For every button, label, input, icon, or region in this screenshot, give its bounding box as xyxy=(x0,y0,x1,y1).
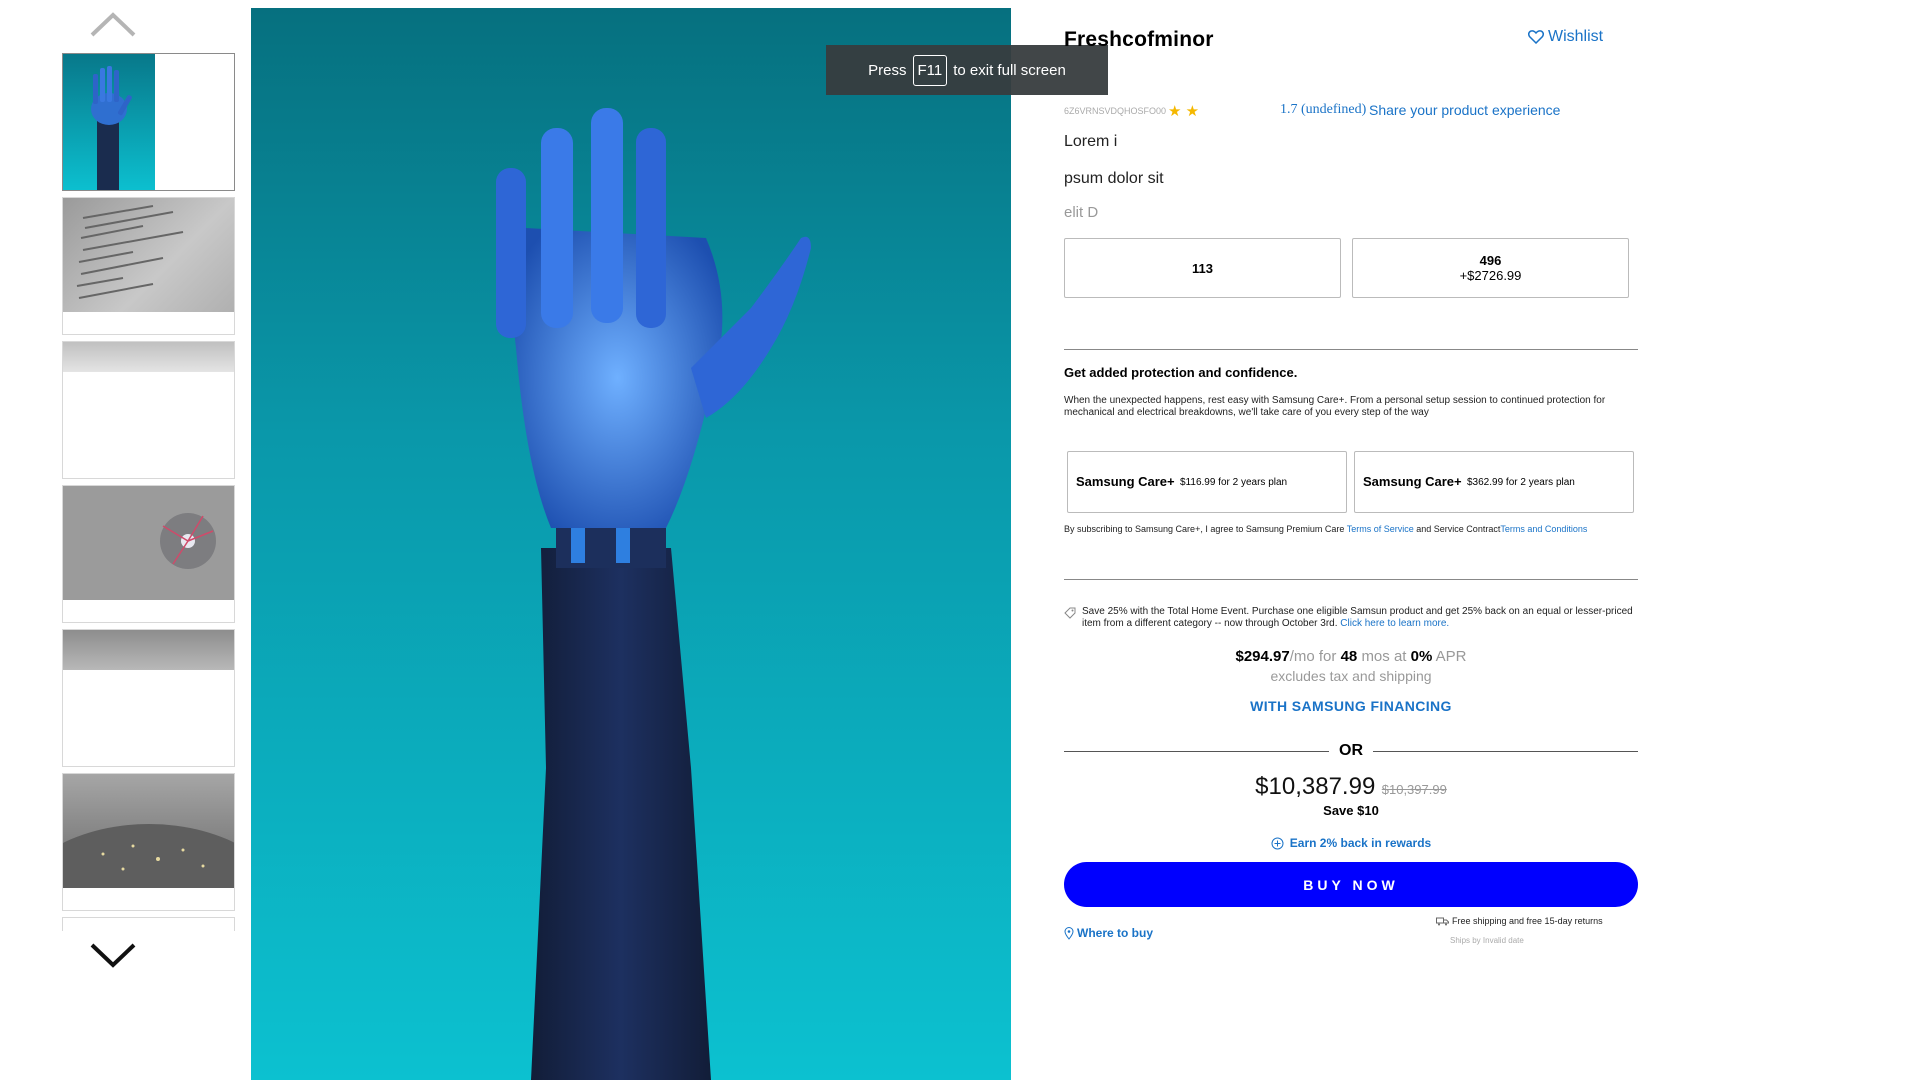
thumbnail-3[interactable] xyxy=(62,341,235,479)
separator-line xyxy=(1373,750,1638,752)
option-1-line1: 113 xyxy=(1192,260,1213,276)
option-2-line1: 496 xyxy=(1479,253,1502,268)
toast-suffix: to exit full screen xyxy=(953,61,1066,79)
chevron-up-icon xyxy=(90,12,136,37)
care-plan-1-price: $116.99 for 2 years plan xyxy=(1180,476,1288,488)
rewards-link[interactable]: Earn 2% back in rewards xyxy=(1064,836,1638,850)
divider xyxy=(1064,349,1638,350)
savings-label: Save $10 xyxy=(1323,803,1379,818)
original-price: $10,397.99 xyxy=(1381,782,1447,797)
wishlist-button[interactable]: Wishlist xyxy=(1528,28,1603,46)
sku-rating-row: 6Z6VRNSVDQHOSFO00 ★ ★ 1.7 (undefined) Sh… xyxy=(1064,102,1644,120)
thumbnail-7[interactable] xyxy=(62,917,235,931)
product-title: Freshcofminor xyxy=(1064,28,1214,51)
protection-title: Get added protection and confidence. xyxy=(1064,365,1298,380)
price-row: $10,387.99 $10,397.99 xyxy=(1064,773,1638,801)
terms-prefix: By subscribing to Samsung Care+, I agree… xyxy=(1064,524,1345,534)
mo-for: /mo for xyxy=(1289,648,1337,665)
samsung-financing-link[interactable]: WITH SAMSUNG FINANCING xyxy=(1064,698,1638,714)
promo-banner: Save 25% with the Total Home Event. Purc… xyxy=(1064,606,1638,630)
separator-line xyxy=(1064,750,1329,752)
thumbnail-2[interactable] xyxy=(62,197,235,335)
product-panel: Freshcofminor Wishlist 6Z6VRNSVDQHOSFO00… xyxy=(1064,0,1644,1080)
promo-learn-more-link[interactable]: Click here to learn more. xyxy=(1340,618,1449,629)
terms-of-service-link[interactable]: Terms of Service xyxy=(1347,524,1414,534)
monthly-amount: $294.97 xyxy=(1235,648,1290,665)
or-separator: OR xyxy=(1064,742,1638,760)
star-rating-icon: ★ ★ xyxy=(1168,103,1200,120)
months: 48 xyxy=(1340,648,1358,665)
option-button-2[interactable]: 496 +$2726.99 xyxy=(1352,238,1629,298)
rating-text: 1.7 (undefined) xyxy=(1280,102,1367,117)
heart-icon xyxy=(1528,30,1544,44)
code-screen-thumbnail-image xyxy=(76,205,184,299)
earth-night-thumbnail-image xyxy=(63,824,234,910)
or-label: OR xyxy=(1339,742,1363,759)
financing-note: excludes tax and shipping xyxy=(1270,668,1432,684)
city-thumbnail-image xyxy=(63,630,234,670)
robot-hand-thumbnail-image xyxy=(91,66,132,190)
current-price: $10,387.99 xyxy=(1255,773,1376,800)
mos-at: mos at xyxy=(1361,648,1407,665)
toast-prefix: Press xyxy=(868,61,907,79)
thumbnail-gallery xyxy=(58,0,236,1080)
share-experience-link[interactable]: Share your product experience xyxy=(1369,102,1560,118)
apr-value: 0% xyxy=(1410,648,1433,665)
terms-and-conditions-link[interactable]: Terms and Conditions xyxy=(1500,524,1587,534)
option-button-1[interactable]: 113 xyxy=(1064,238,1341,298)
tag-icon xyxy=(1064,607,1076,619)
scroll-down-button[interactable] xyxy=(83,934,143,974)
terms-middle: and Service Contract xyxy=(1416,524,1501,534)
chevron-down-icon xyxy=(90,943,136,968)
plus-circle-icon xyxy=(1271,837,1284,849)
care-plan-1-name: Samsung Care+ xyxy=(1076,474,1175,489)
description-line-3: elit D xyxy=(1064,204,1099,221)
description-line-2: psum dolor sit xyxy=(1064,170,1164,187)
wishlist-label: Wishlist xyxy=(1548,28,1604,45)
shipping-info: Free shipping and free 15-day returns xyxy=(1436,916,1603,926)
plasma-ball-thumbnail-image xyxy=(160,513,216,569)
protection-description: When the unexpected happens, rest easy w… xyxy=(1064,395,1606,418)
where-to-buy-link[interactable]: Where to buy xyxy=(1064,926,1153,940)
robot-hand-image xyxy=(496,108,811,1080)
care-plan-2-price: $362.99 for 2 years plan xyxy=(1467,476,1575,488)
shipping-label: Free shipping and free 15-day returns xyxy=(1452,916,1603,926)
scroll-up-button[interactable] xyxy=(83,4,143,44)
divider xyxy=(1064,579,1638,580)
option-2-line2: +$2726.99 xyxy=(1459,268,1522,283)
buy-now-button[interactable]: BUY NOW xyxy=(1064,862,1638,907)
thumbnail-1[interactable] xyxy=(62,53,235,191)
truck-icon xyxy=(1436,917,1449,925)
care-plan-2-name: Samsung Care+ xyxy=(1363,474,1462,489)
care-plan-2[interactable]: Samsung Care+ $362.99 for 2 years plan xyxy=(1354,451,1634,513)
description-line-1: Lorem i xyxy=(1064,133,1118,150)
care-terms: By subscribing to Samsung Care+, I agree… xyxy=(1064,524,1624,535)
apr-label: APR xyxy=(1435,648,1467,665)
f11-key: F11 xyxy=(912,54,948,86)
thumbnail-5[interactable] xyxy=(62,629,235,767)
sku: 6Z6VRNSVDQHOSFO00 xyxy=(1064,106,1167,116)
care-plan-1[interactable]: Samsung Care+ $116.99 for 2 years plan xyxy=(1067,451,1347,513)
hallway-thumbnail-image xyxy=(63,342,234,372)
ships-by-label: Ships by Invalid date xyxy=(1450,936,1524,945)
location-pin-icon xyxy=(1064,926,1074,940)
thumbnail-6[interactable] xyxy=(62,773,235,911)
financing-summary: $294.97/mo for 48 mos at 0% APR xyxy=(1064,648,1638,665)
thumbnail-4[interactable] xyxy=(62,485,235,623)
where-to-buy-label: Where to buy xyxy=(1077,926,1154,940)
rewards-label: Earn 2% back in rewards xyxy=(1289,836,1432,850)
main-product-image xyxy=(251,8,1011,1080)
